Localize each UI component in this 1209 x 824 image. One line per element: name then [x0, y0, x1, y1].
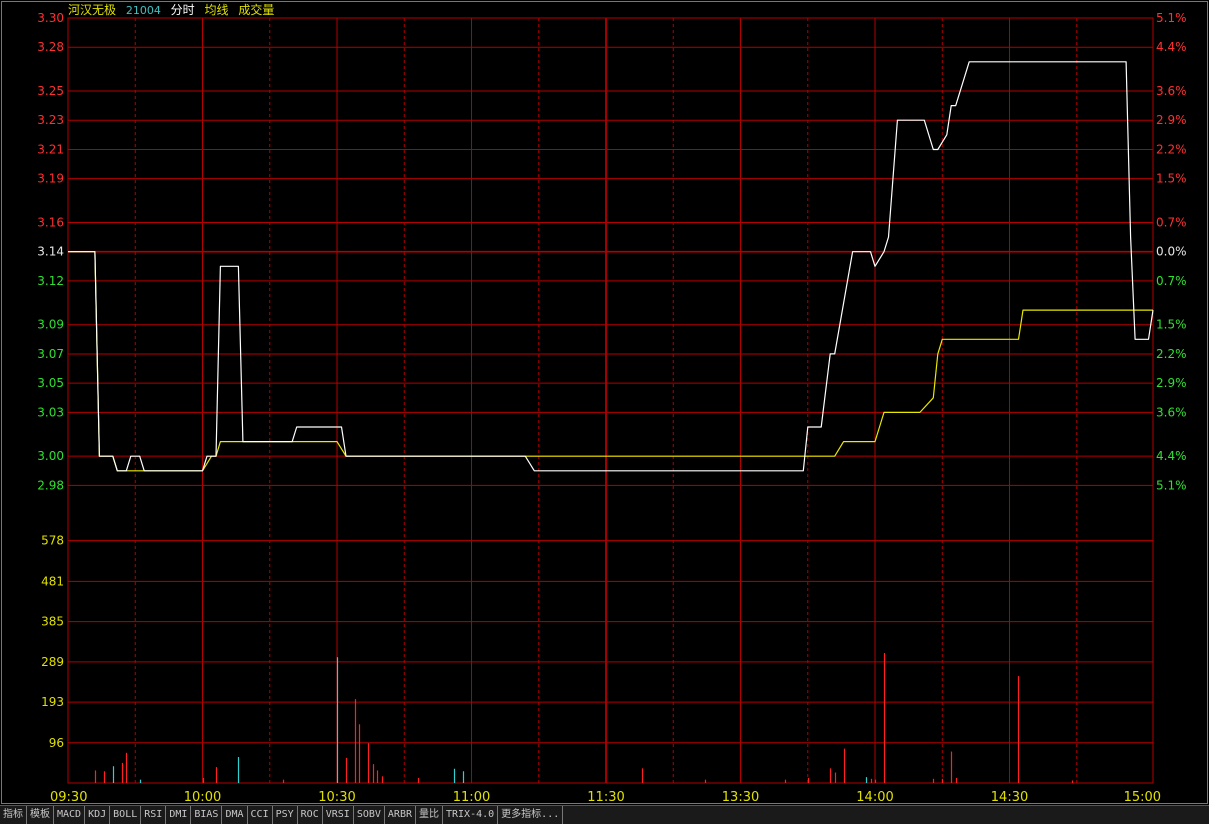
- pct-tick-label: 0.0%: [1156, 245, 1187, 259]
- tab-10[interactable]: PSY: [273, 806, 298, 824]
- tab-5[interactable]: RSI: [141, 806, 167, 824]
- price-tick-label: 3.14: [37, 245, 64, 259]
- tab-16[interactable]: TRIX-4.0: [443, 806, 499, 824]
- tab-9[interactable]: CCI: [248, 806, 273, 824]
- time-tick-label: 09:30: [50, 790, 87, 805]
- pct-tick-label: 5.1%: [1156, 478, 1187, 492]
- volume-tick-label: 96: [49, 736, 64, 750]
- price-tick-label: 3.19: [37, 172, 64, 186]
- tab-1[interactable]: 模板: [27, 806, 54, 824]
- volume-tick-label: 385: [41, 615, 64, 629]
- time-tick-label: 11:30: [587, 790, 624, 805]
- pct-tick-label: 3.6%: [1156, 84, 1187, 98]
- pct-tick-label: 1.5%: [1156, 172, 1187, 186]
- price-tick-label: 3.23: [37, 113, 64, 127]
- outer-frame: [1, 1, 1208, 804]
- avg-price-line: [68, 251, 1153, 472]
- tab-17[interactable]: 更多指标...: [498, 806, 564, 824]
- volume-tick-label: 193: [41, 695, 64, 709]
- indicator-tab-bar: 指标 模板 MACD KDJ BOLL RSI DMI BIAS DMA CCI PSY ROC VRS…: [0, 805, 1209, 824]
- pct-tick-label: 2.2%: [1156, 347, 1187, 361]
- tab-15[interactable]: 量比: [416, 806, 443, 824]
- tab-0[interactable]: 指标: [0, 806, 27, 824]
- price-tick-label: 2.98: [37, 478, 64, 492]
- price-tick-label: 3.05: [37, 376, 64, 390]
- tab-2[interactable]: MACD: [54, 806, 86, 824]
- tab-12[interactable]: VRSI: [323, 806, 354, 824]
- tab-6[interactable]: DMI: [166, 806, 192, 824]
- pct-tick-label: 2.9%: [1156, 376, 1187, 390]
- pct-tick-label: 2.9%: [1156, 113, 1187, 127]
- price-tick-label: 3.28: [37, 40, 64, 54]
- pct-tick-label: 1.5%: [1156, 318, 1187, 332]
- price-line: [68, 61, 1154, 472]
- price-tick-label: 3.03: [37, 405, 64, 419]
- plot-frame: [67, 17, 1154, 784]
- tab-14[interactable]: ARBR: [385, 806, 416, 824]
- price-tick-label: 3.00: [37, 449, 64, 463]
- tab-3[interactable]: KDJ: [85, 806, 111, 824]
- time-tick-label: 13:30: [722, 790, 759, 805]
- tab-7[interactable]: BIAS: [191, 806, 223, 824]
- volume-tick-label: 578: [41, 534, 64, 548]
- tab-8[interactable]: DMA: [222, 806, 248, 824]
- time-tick-label: 15:00: [1124, 790, 1161, 805]
- price-tick-label: 3.12: [37, 274, 64, 288]
- price-tick-label: 3.07: [37, 347, 64, 361]
- pct-tick-label: 2.2%: [1156, 142, 1187, 156]
- pct-tick-label: 4.4%: [1156, 449, 1187, 463]
- pct-tick-label: 0.7%: [1156, 274, 1187, 288]
- time-tick-label: 14:00: [856, 790, 893, 805]
- pct-tick-label: 5.1%: [1156, 11, 1187, 25]
- volume-tick-label: 289: [41, 655, 64, 669]
- time-tick-label: 10:00: [184, 790, 221, 805]
- tab-4[interactable]: BOLL: [110, 806, 142, 824]
- price-tick-label: 3.21: [37, 142, 64, 156]
- price-tick-label: 3.30: [37, 11, 64, 25]
- pct-tick-label: 4.4%: [1156, 40, 1187, 54]
- pct-tick-label: 0.7%: [1156, 215, 1187, 229]
- price-tick-label: 3.16: [37, 215, 64, 229]
- time-tick-label: 14:30: [991, 790, 1028, 805]
- intraday-chart[interactable]: 3.30 5.1% 3.28 4.4% 3.25 3.6% 3.23 2.9% 3.21 2.2%…: [0, 0, 1209, 805]
- tab-13[interactable]: SOBV: [354, 806, 385, 824]
- price-tick-label: 3.09: [37, 318, 64, 332]
- time-tick-label: 11:00: [453, 790, 490, 805]
- tab-11[interactable]: ROC: [298, 806, 323, 824]
- pct-tick-label: 3.6%: [1156, 405, 1187, 419]
- price-tick-label: 3.25: [37, 84, 64, 98]
- time-tick-label: 10:30: [318, 790, 355, 805]
- volume-tick-label: 481: [41, 574, 64, 588]
